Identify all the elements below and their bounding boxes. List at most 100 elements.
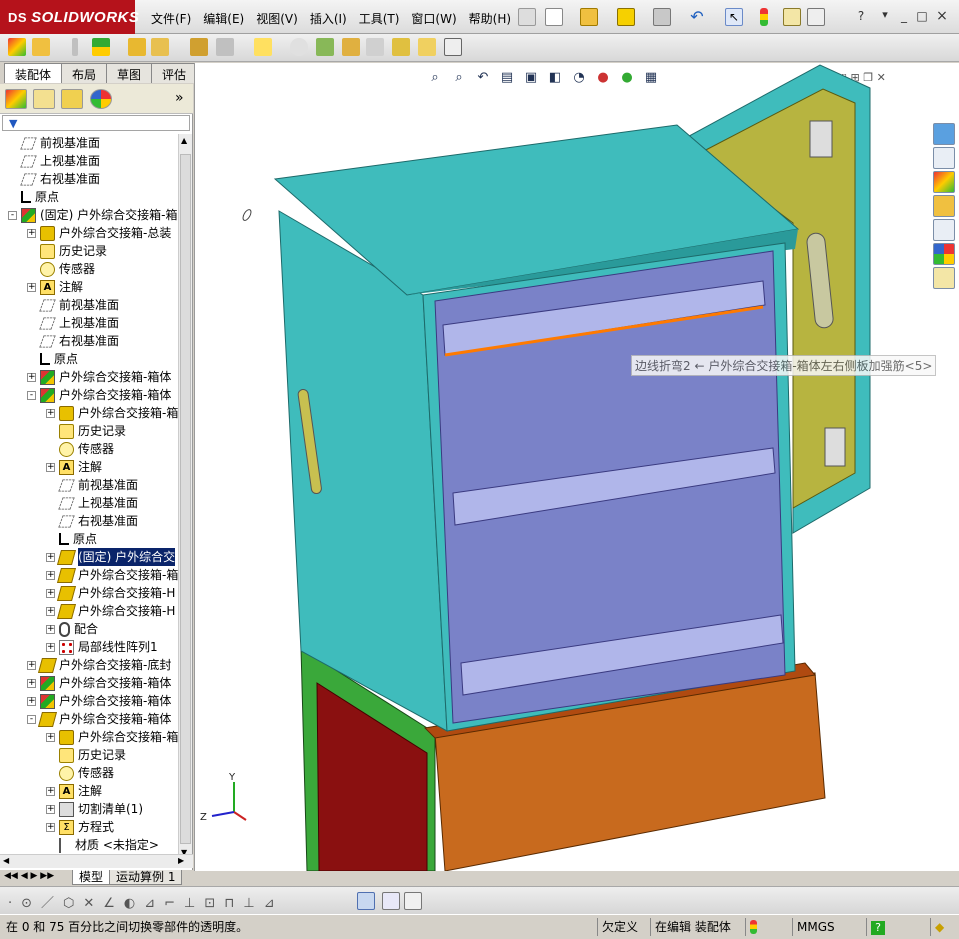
expand-icon[interactable]: + xyxy=(46,462,55,472)
tab-scroll-icon[interactable]: ◀◀ ◀ ▶ ▶▶ xyxy=(4,871,54,881)
configuration-manager-tab-icon[interactable] xyxy=(61,89,83,109)
tree-item[interactable]: 原点 xyxy=(27,350,78,368)
interference-detection-icon[interactable] xyxy=(392,38,410,56)
rebuild-status-icon[interactable] xyxy=(745,918,785,936)
tree-item[interactable]: + 配合 xyxy=(46,620,98,638)
traffic-light-icon[interactable] xyxy=(760,8,768,26)
reference-geometry-icon[interactable] xyxy=(254,38,272,56)
collapse-icon[interactable]: - xyxy=(27,390,36,400)
instant3d-icon[interactable] xyxy=(444,38,462,56)
collapse-icon[interactable]: - xyxy=(27,714,36,724)
tag-icon[interactable]: ◆ xyxy=(930,918,955,936)
print-icon[interactable] xyxy=(653,8,671,26)
show-hidden-icon[interactable] xyxy=(190,38,208,56)
tree-item[interactable]: - 户外综合交接箱-箱体 xyxy=(27,710,171,728)
tree-item[interactable]: 原点 xyxy=(46,530,97,548)
tree-item[interactable]: + 户外综合交接箱-箱体 xyxy=(27,692,171,710)
tree-item[interactable]: + Σ 方程式 xyxy=(46,818,114,836)
expand-icon[interactable]: + xyxy=(46,408,55,418)
menu-file[interactable]: 文件(F) xyxy=(145,8,197,29)
restore-button[interactable]: □ xyxy=(914,9,930,23)
tab-model[interactable]: 模型 xyxy=(72,870,111,885)
expand-icon[interactable]: + xyxy=(46,786,55,796)
move-component-icon[interactable] xyxy=(151,38,169,56)
tab-sketch[interactable]: 草图 xyxy=(106,63,153,83)
expand-icon[interactable]: + xyxy=(46,606,55,616)
linear-pattern-icon[interactable] xyxy=(92,38,110,56)
menu-tools[interactable]: 工具(T) xyxy=(353,8,406,29)
new-motion-study-icon[interactable] xyxy=(290,38,308,56)
solidworks-logo[interactable]: DS SOLIDWORKS xyxy=(0,0,139,34)
bill-of-materials-icon[interactable] xyxy=(316,38,334,56)
scroll-right-icon[interactable]: ▶ xyxy=(178,856,184,865)
expand-icon[interactable]: + xyxy=(46,588,55,598)
expand-icon[interactable]: + xyxy=(46,732,55,742)
tab-motion-study[interactable]: 运动算例 1 xyxy=(109,870,183,885)
tree-item[interactable]: 右视基准面 xyxy=(46,512,138,530)
solidworks-resources-icon[interactable] xyxy=(933,123,955,145)
menu-window[interactable]: 窗口(W) xyxy=(405,8,462,29)
expand-icon[interactable]: + xyxy=(27,372,36,382)
tree-item[interactable]: + 户外综合交接箱-H xyxy=(46,584,175,602)
tree-item[interactable]: 右视基准面 xyxy=(8,170,100,188)
tree-item[interactable]: 前视基准面 xyxy=(8,134,100,152)
assembly-features-icon[interactable] xyxy=(216,38,234,56)
menu-edit[interactable]: 编辑(E) xyxy=(197,8,250,29)
tree-item[interactable]: 材质 <未指定> xyxy=(46,836,159,854)
clearance-verification-icon[interactable] xyxy=(418,38,436,56)
tree-item[interactable]: 前视基准面 xyxy=(46,476,138,494)
exploded-view-icon[interactable] xyxy=(342,38,360,56)
tree-item[interactable]: - 户外综合交接箱-箱体 xyxy=(27,386,171,404)
expand-icon[interactable]: + xyxy=(46,822,55,832)
expand-icon[interactable]: + xyxy=(27,678,36,688)
tab-layout[interactable]: 布局 xyxy=(61,63,108,83)
pin-icon[interactable] xyxy=(518,8,536,26)
explode-line-sketch-icon[interactable] xyxy=(366,38,384,56)
display-mode-icon[interactable] xyxy=(357,892,375,910)
scroll-left-icon[interactable]: ◀ xyxy=(3,856,9,865)
tree-item[interactable]: + 切割清单(1) xyxy=(46,800,143,818)
tree-vertical-scrollbar[interactable]: ▲ ▼ xyxy=(178,134,192,862)
tree-item[interactable]: 上视基准面 xyxy=(27,314,119,332)
menu-help[interactable]: 帮助(H) xyxy=(463,8,517,29)
new-document-icon[interactable] xyxy=(545,8,563,26)
tree-item[interactable]: 原点 xyxy=(8,188,59,206)
tree-item[interactable]: + A 注解 xyxy=(27,278,83,296)
menu-insert[interactable]: 插入(I) xyxy=(304,8,353,29)
help-dropdown-icon[interactable]: ▾ xyxy=(874,9,896,23)
select-icon[interactable]: ↖ xyxy=(725,8,743,26)
display-manager-tab-icon[interactable] xyxy=(90,89,112,109)
tree-item[interactable]: 历史记录 xyxy=(46,422,126,440)
tree-item[interactable]: - (固定) 户外综合交接箱-箱 xyxy=(8,206,178,224)
undo-icon[interactable]: ↶ xyxy=(688,8,706,26)
expand-panel-icon[interactable]: » xyxy=(175,90,184,106)
collapse-icon[interactable]: - xyxy=(8,210,17,220)
tree-item[interactable]: 传感器 xyxy=(27,260,95,278)
tree-item[interactable]: + 户外综合交接箱-H xyxy=(46,602,175,620)
sketch-tools-icon[interactable]: ·⊙／⬡✕∠◐⊿⌐⊥⊡⊓⊥⊿ xyxy=(8,892,284,911)
tree-item[interactable]: + A 注解 xyxy=(46,782,102,800)
tree-item[interactable]: + 户外综合交接箱-箱 xyxy=(46,728,178,746)
close-button[interactable]: × xyxy=(934,9,950,23)
custom-properties-icon[interactable] xyxy=(933,267,955,289)
customize-icon[interactable] xyxy=(807,8,825,26)
tree-item[interactable]: 上视基准面 xyxy=(8,152,100,170)
view-palette-icon[interactable] xyxy=(933,219,955,241)
tree-item[interactable]: + 户外综合交接箱-箱体 xyxy=(27,674,171,692)
expand-icon[interactable]: + xyxy=(46,642,55,652)
tree-item[interactable]: 前视基准面 xyxy=(27,296,119,314)
new-part-icon[interactable] xyxy=(32,38,50,56)
menu-view[interactable]: 视图(V) xyxy=(250,8,304,29)
tree-item[interactable]: 传感器 xyxy=(46,764,114,782)
expand-icon[interactable]: + xyxy=(27,282,36,292)
expand-icon[interactable]: + xyxy=(27,696,36,706)
mate-icon[interactable] xyxy=(72,38,78,56)
expand-icon[interactable]: + xyxy=(27,660,36,670)
property-manager-tab-icon[interactable] xyxy=(33,89,55,109)
status-help-icon[interactable]: ? xyxy=(866,918,906,936)
open-icon[interactable] xyxy=(580,8,598,26)
appearances-icon[interactable] xyxy=(933,243,955,265)
tree-item[interactable]: + 户外综合交接箱-箱体 xyxy=(27,368,171,386)
expand-icon[interactable]: + xyxy=(46,804,55,814)
smart-fastener-icon[interactable] xyxy=(128,38,146,56)
